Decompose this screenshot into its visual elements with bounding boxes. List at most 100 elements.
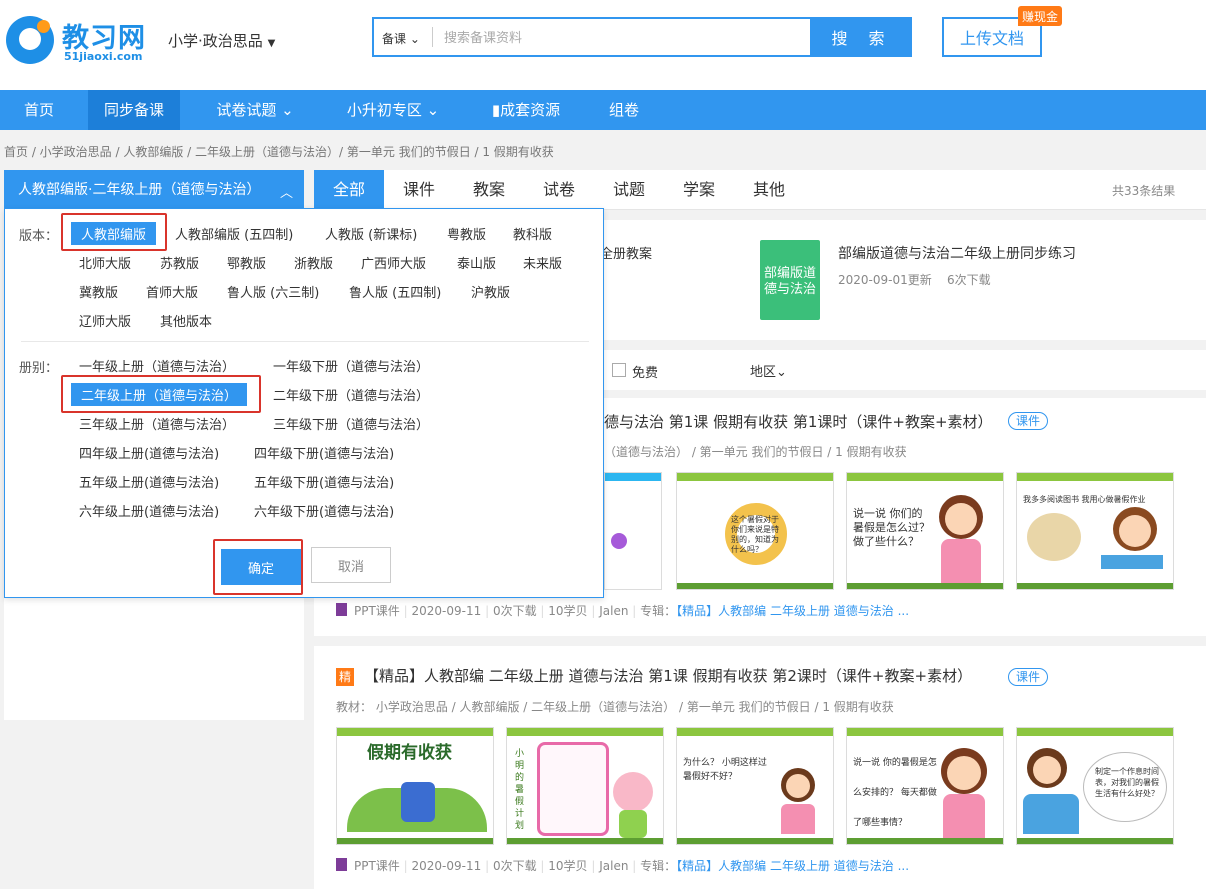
slide-thumbnail[interactable] [604, 472, 662, 590]
search-type-label: 备课 [382, 32, 407, 46]
volume-option[interactable]: 五年级下册(道德与法治) [254, 472, 394, 491]
nav-resource-sets[interactable]: ▮成套资源 [476, 90, 576, 130]
tab-other[interactable]: 其他 [734, 170, 804, 210]
result-path: 教材： 小学政治思品 / 人教部编版 / 二年级上册（道德与法治） / 第一单元… [336, 700, 894, 714]
chevron-down-icon: ⌄ [406, 32, 420, 46]
album-label: 专辑： [640, 859, 677, 873]
edition-option[interactable]: 人教版 (新课标) [325, 224, 417, 243]
free-label[interactable]: 免费 [632, 362, 658, 381]
volume-option[interactable]: 二年级下册（道德与法治） [273, 385, 429, 404]
author[interactable]: Jalen [599, 604, 628, 618]
author[interactable]: Jalen [599, 859, 628, 873]
download-count: 0次下载 [492, 859, 537, 873]
edition-option[interactable]: 人教部编版 (五四制) [175, 224, 293, 243]
edition-option[interactable]: 冀教版 [79, 282, 118, 301]
album-link[interactable]: 【精品】人教部编 二年级上册 道德与法治 ... [676, 604, 909, 618]
resource-tabs: 全部 课件 教案 试卷 试题 学案 其他 [314, 170, 1206, 210]
subject-label: 小学·政治思品 [168, 32, 263, 50]
edition-option[interactable]: 其他版本 [160, 311, 212, 330]
file-type: PPT课件 [354, 859, 400, 873]
tab-papers[interactable]: 试卷 [524, 170, 594, 210]
edition-option[interactable]: 粤教版 [447, 224, 486, 243]
featured-cover-image[interactable]: 部编版道德与法治 [760, 240, 820, 320]
edition-option[interactable]: 首师大版 [146, 282, 198, 301]
edition-option[interactable]: 教科版 [513, 224, 552, 243]
volume-option[interactable]: 一年级下册（道德与法治） [273, 356, 429, 375]
nav-sync-lessons[interactable]: 同步备课 [88, 90, 180, 130]
nav-compose-paper[interactable]: 组卷 [596, 90, 652, 130]
slide-thumbnail[interactable]: 为什么？ 小明这样过暑假好不好？ [676, 727, 834, 845]
edition-option[interactable]: 苏教版 [160, 253, 199, 272]
chevron-up-icon[interactable]: ︿ [280, 182, 293, 201]
featured-item-meta: 2020-09-01更新 6次下载 [838, 271, 991, 288]
cancel-button[interactable]: 取消 [311, 547, 391, 583]
filter-head[interactable]: 人教部编版·二年级上册（道德与法治） [4, 170, 304, 210]
volume-option[interactable]: 五年级上册(道德与法治) [79, 472, 219, 491]
ppt-file-icon [336, 858, 347, 871]
featured-item-title[interactable]: 部编版道德与法治二年级上册同步练习 [838, 243, 1076, 263]
nav-graduation[interactable]: 小升初专区 ⌄ [330, 90, 456, 130]
edition-option[interactable]: 鲁人版 (五四制) [349, 282, 441, 301]
volume-option[interactable]: 一年级上册（道德与法治） [79, 356, 235, 375]
result-title[interactable]: 德与法治 第1课 假期有收获 第1课时（课件+教案+素材） [604, 411, 993, 432]
search-button[interactable]: 搜 索 [812, 17, 912, 57]
slide-thumbnail[interactable]: 说一说 你的暑假是怎么安排的？ 每天都做了哪些事情？ [846, 727, 1004, 845]
price-points: 10学贝 [548, 604, 588, 618]
update-date: 2020-09-01更新 [838, 273, 932, 287]
nav-exams[interactable]: 试卷试题 ⌄ [200, 90, 310, 130]
dropdown-divider [21, 341, 589, 342]
slide-thumbnail[interactable]: 制定一个作息时间表，对我们的暑假生活有什么好处？ [1016, 727, 1174, 845]
slide-thumbnail[interactable]: 假期有收获 [336, 727, 494, 845]
site-logo[interactable]: 教习网 51jiaoxi.com [6, 16, 156, 66]
subject-select[interactable]: 小学·政治思品 ▼ [168, 30, 275, 51]
download-count: 6次下载 [947, 273, 991, 287]
result-meta: PPT课件 | 2020-09-11 | 0次下载 | 10学贝 | Jalen… [354, 859, 910, 873]
earn-cash-badge[interactable]: 赚现金 [1018, 6, 1062, 26]
volume-label: 册别： [19, 361, 59, 376]
volume-option[interactable]: 四年级上册(道德与法治) [79, 443, 219, 462]
edition-option[interactable]: 鲁人版 (六三制) [227, 282, 319, 301]
edition-option[interactable]: 北师大版 [79, 253, 131, 272]
tab-study-guides[interactable]: 学案 [664, 170, 734, 210]
highlight-edition [61, 213, 167, 251]
search-divider [432, 27, 433, 47]
main-nav: 首页 同步备课 试卷试题 ⌄ 小升初专区 ⌄ ▮成套资源 组卷 [0, 90, 1206, 130]
volume-option[interactable]: 三年级下册（道德与法治） [273, 414, 429, 433]
logo-subtitle: 51jiaoxi.com [64, 50, 143, 63]
region-select[interactable]: 地区⌄ [750, 361, 787, 380]
slide-thumbnail[interactable]: 这个暑假对于你们来说是特别的，知道为什么吗？ [676, 472, 834, 590]
header: 教习网 51jiaoxi.com 小学·政治思品 ▼ 备课 ⌄ 搜 索 上传文档… [0, 0, 1206, 90]
result-title[interactable]: 【精品】人教部编 二年级上册 道德与法治 第1课 假期有收获 第2课时（课件+教… [364, 665, 972, 686]
download-count: 0次下载 [492, 604, 537, 618]
search-type-select[interactable]: 备课 ⌄ [382, 30, 420, 47]
edition-option[interactable]: 辽师大版 [79, 311, 131, 330]
tab-all[interactable]: 全部 [314, 170, 384, 210]
slide-thumbnail[interactable]: 小明的暑假计划 [506, 727, 664, 845]
volume-option[interactable]: 六年级上册(道德与法治) [79, 501, 219, 520]
edition-option[interactable]: 沪教版 [471, 282, 510, 301]
volume-option[interactable]: 三年级上册（道德与法治） [79, 414, 235, 433]
slide-text: 小明的暑假计划 [515, 749, 525, 831]
edition-option[interactable]: 泰山版 [457, 253, 496, 272]
price-points: 10学贝 [548, 859, 588, 873]
edition-option[interactable]: 未来版 [523, 253, 562, 272]
featured-item-title[interactable]: 全册教案 [600, 243, 652, 262]
nav-home[interactable]: 首页 [0, 90, 78, 130]
tab-questions[interactable]: 试题 [594, 170, 664, 210]
free-checkbox[interactable] [612, 363, 626, 377]
album-link[interactable]: 【精品】人教部编 二年级上册 道德与法治 ... [676, 859, 909, 873]
edition-option[interactable]: 广西师大版 [361, 253, 426, 272]
edition-volume-dropdown: 版本： 人教部编版 人教部编版 (五四制) 人教版 (新课标) 粤教版 教科版 … [4, 208, 604, 598]
search-input[interactable] [444, 27, 794, 49]
edition-option[interactable]: 鄂教版 [227, 253, 266, 272]
volume-option[interactable]: 六年级下册(道德与法治) [254, 501, 394, 520]
slide-text: 说一说 你的暑假是怎么安排的？ 每天都做了哪些事情？ [853, 758, 937, 828]
slide-thumbnail[interactable]: 我多多阅读图书 我用心做暑假作业 [1016, 472, 1174, 590]
tab-courseware[interactable]: 课件 [384, 170, 454, 210]
slide-thumbnail[interactable]: 说一说 你们的暑假是怎么过？ 做了些什么？ [846, 472, 1004, 590]
tab-lesson-plans[interactable]: 教案 [454, 170, 524, 210]
cover-text: 部编版道德与法治 [764, 266, 817, 297]
volume-option[interactable]: 四年级下册(道德与法治) [254, 443, 394, 462]
edition-option[interactable]: 浙教版 [294, 253, 333, 272]
highlight-confirm [213, 539, 303, 595]
